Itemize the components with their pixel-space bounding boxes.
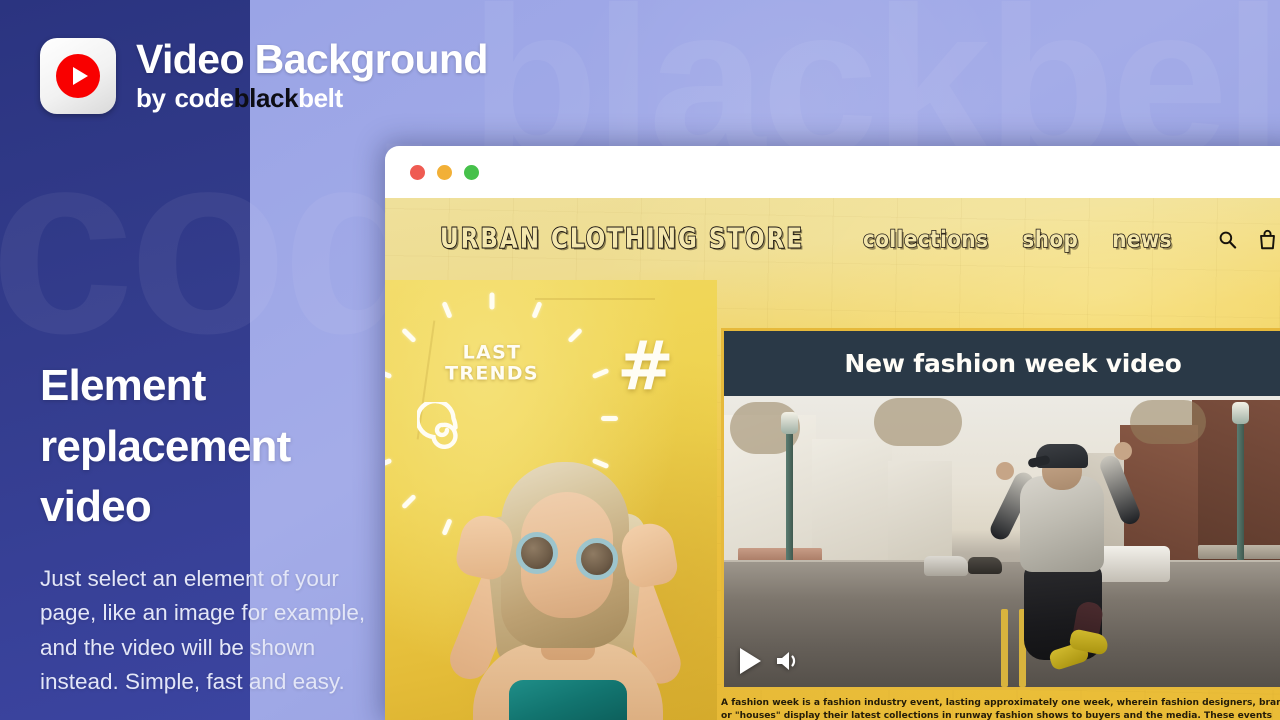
volume-icon[interactable] — [775, 650, 801, 672]
byline-code: code — [174, 82, 234, 113]
sunburst-ray — [401, 327, 417, 344]
model-figure — [413, 396, 713, 720]
window-close-button[interactable] — [410, 164, 425, 180]
street-building — [888, 460, 952, 565]
street-tree — [874, 398, 962, 446]
video-title-bar: New fashion week video — [721, 328, 1280, 396]
promo-text: LAST TRENDS — [445, 342, 539, 383]
logo-play-triangle — [72, 67, 88, 85]
shopping-bag-icon[interactable] — [1258, 229, 1277, 250]
video-controls — [740, 648, 801, 674]
sunburst-ray — [441, 301, 453, 319]
dancer-figure — [987, 440, 1143, 675]
brand-byline: by codeblackbelt — [136, 82, 488, 113]
byline-black: black — [233, 82, 299, 113]
browser-chrome-bar — [385, 146, 1280, 198]
product-title: Video Background — [136, 36, 488, 82]
site-navigation: URBAN CLOTHING STORE collections shop ne… — [385, 198, 1280, 280]
model-sunglasses — [516, 532, 618, 580]
video-section: New fashion week video A fashion week is… — [717, 324, 1280, 720]
parked-car — [924, 556, 968, 577]
model-top — [509, 680, 627, 720]
byline-by: by — [136, 82, 166, 113]
hashtag-graphic: # — [617, 327, 674, 406]
sunburst-ray — [567, 327, 583, 344]
video-player[interactable] — [721, 396, 1280, 690]
play-button-logo — [40, 38, 116, 114]
sunglass-lens-left — [516, 532, 558, 574]
nav-icons — [1218, 229, 1277, 250]
logo-red-circle — [56, 54, 100, 98]
street-tree — [1130, 400, 1206, 444]
dancer-arm-right — [1097, 453, 1143, 528]
nav-item-shop[interactable]: shop — [1022, 224, 1079, 253]
sunburst-ray — [489, 292, 495, 310]
browser-window: URBAN CLOTHING STORE collections shop ne… — [385, 146, 1280, 720]
dancer-cap — [1035, 444, 1088, 469]
dancer-fist-right — [1113, 442, 1132, 461]
sunburst-ray — [591, 367, 610, 380]
window-maximize-button[interactable] — [464, 164, 479, 180]
nav-item-news[interactable]: news — [1112, 224, 1173, 253]
hero-copy: Element replacement video Just select an… — [40, 356, 392, 699]
street-lamp-head — [1232, 402, 1249, 424]
nav-item-collections[interactable]: collections — [862, 224, 988, 253]
video-description: A fashion week is a fashion industry eve… — [721, 698, 1280, 720]
hero-heading: Element replacement video — [40, 361, 291, 532]
video-title-text: New fashion week video — [844, 349, 1182, 378]
window-minimize-button[interactable] — [437, 164, 452, 180]
sunglass-lens-right — [576, 538, 618, 580]
hero-description: Just select an element of your page, lik… — [40, 566, 366, 694]
editorial-photo: LAST TRENDS # — [385, 280, 717, 720]
street-lamp-head — [781, 412, 798, 434]
sunburst-ray — [531, 301, 543, 319]
website-viewport: URBAN CLOTHING STORE collections shop ne… — [385, 198, 1280, 720]
dancer-fist-left — [995, 462, 1014, 481]
promo-line-1: LAST — [462, 341, 522, 364]
promo-line-2: TRENDS — [445, 362, 539, 384]
brand-text-block: Video Background by codeblackbelt — [136, 38, 488, 112]
brand-header: Video Background by codeblackbelt — [40, 38, 488, 114]
byline-belt: belt — [298, 82, 343, 113]
play-icon[interactable] — [740, 648, 761, 674]
nav-links: collections shop news — [862, 224, 1173, 253]
search-icon[interactable] — [1218, 230, 1237, 249]
street-building — [812, 438, 892, 565]
store-logo[interactable]: URBAN CLOTHING STORE — [439, 223, 804, 256]
dancer-jacket — [1019, 476, 1104, 573]
